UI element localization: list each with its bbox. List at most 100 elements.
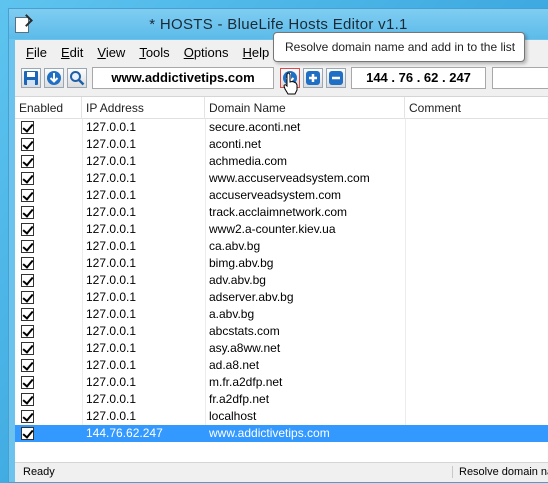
remove-entry-button[interactable] (326, 68, 346, 88)
enabled-checkbox[interactable] (21, 274, 34, 287)
table-row[interactable]: 127.0.0.1 www2.a-counter.kiev.ua (15, 221, 548, 238)
table-row[interactable]: 127.0.0.1 abcstats.com (15, 323, 548, 340)
domain-name-cell: bimg.abv.bg (209, 256, 274, 270)
ip-address-cell: 127.0.0.1 (86, 409, 137, 423)
comment-input[interactable] (492, 67, 548, 89)
table-row[interactable]: 127.0.0.1 bimg.abv.bg (15, 255, 548, 272)
column-comment[interactable]: Comment (405, 97, 548, 119)
hosts-table: Enabled IP Address Domain Name Comment 1… (15, 96, 548, 462)
table-row[interactable]: 144.76.62.247 www.addictivetips.com (15, 425, 548, 442)
menu-file[interactable]: File (19, 42, 54, 63)
menu-view[interactable]: View (90, 42, 132, 63)
ip-address-cell: 127.0.0.1 (86, 307, 137, 321)
table-row[interactable]: 127.0.0.1 adserver.abv.bg (15, 289, 548, 306)
enabled-checkbox[interactable] (21, 308, 34, 321)
column-ip-address[interactable]: IP Address (82, 97, 205, 119)
enabled-checkbox[interactable] (21, 291, 34, 304)
enabled-checkbox[interactable] (21, 342, 34, 355)
ip-address-cell: 127.0.0.1 (86, 392, 137, 406)
domain-name-cell: secure.aconti.net (209, 120, 301, 134)
tooltip: Resolve domain name and add in to the li… (273, 32, 525, 62)
ip-address-cell: 127.0.0.1 (86, 120, 137, 134)
table-row[interactable]: 127.0.0.1 localhost (15, 408, 548, 425)
enabled-checkbox[interactable] (21, 172, 34, 185)
load-button[interactable] (44, 68, 64, 88)
menu-edit-label: dit (69, 44, 84, 60)
menu-help-accel: H (242, 44, 252, 60)
domain-name-cell: ad.a8.net (209, 358, 260, 372)
table-body: 127.0.0.1 secure.aconti.net 127.0.0.1 acont… (15, 119, 548, 442)
download-icon (47, 71, 61, 85)
table-row[interactable]: 127.0.0.1 secure.aconti.net (15, 119, 548, 136)
domain-name-cell: accuserveadsystem.com (209, 188, 342, 202)
domain-name-cell: adserver.abv.bg (209, 290, 294, 304)
menu-options[interactable]: Options (177, 42, 236, 63)
enabled-checkbox[interactable] (21, 155, 34, 168)
enabled-checkbox[interactable] (21, 121, 34, 134)
enabled-checkbox[interactable] (21, 223, 34, 236)
add-icon (306, 71, 320, 85)
status-bar: Ready Resolve domain name (15, 462, 548, 482)
window-title: * HOSTS - BlueLife Hosts Editor v1.1 (149, 16, 408, 33)
find-button[interactable] (67, 68, 87, 88)
domain-name-cell: fr.a2dfp.net (209, 392, 270, 406)
domain-name-cell: www2.a-counter.kiev.ua (209, 222, 336, 236)
enabled-checkbox[interactable] (21, 206, 34, 219)
ip-address-cell: 127.0.0.1 (86, 375, 137, 389)
table-row[interactable]: 127.0.0.1 track.acclaimnetwork.com (15, 204, 548, 221)
toolbar: www.addictivetips.com 144 . 76 . 62 . 24… (15, 64, 548, 94)
ip-address-input[interactable]: 144 . 76 . 62 . 247 (351, 67, 486, 89)
enabled-checkbox[interactable] (21, 257, 34, 270)
table-row[interactable]: 127.0.0.1 ad.a8.net (15, 357, 548, 374)
domain-name-cell: asy.a8ww.net (209, 341, 281, 355)
ip-address-cell: 127.0.0.1 (86, 324, 137, 338)
menu-tools-label: ools (145, 44, 170, 60)
add-entry-button[interactable] (303, 68, 323, 88)
table-row[interactable]: 127.0.0.1 accuserveadsystem.com (15, 187, 548, 204)
menu-tools[interactable]: Tools (132, 42, 176, 63)
domain-name-cell: www.addictivetips.com (209, 426, 330, 440)
hand-cursor-icon (283, 72, 298, 95)
ip-address-cell: 127.0.0.1 (86, 273, 137, 287)
enabled-checkbox[interactable] (21, 138, 34, 151)
table-row[interactable]: 127.0.0.1 a.abv.bg (15, 306, 548, 323)
enabled-checkbox[interactable] (21, 359, 34, 372)
enabled-checkbox[interactable] (21, 410, 34, 423)
column-enabled[interactable]: Enabled (15, 97, 82, 119)
domain-name-input[interactable]: www.addictivetips.com (92, 67, 274, 89)
ip-address-cell: 127.0.0.1 (86, 256, 137, 270)
domain-name-cell: adv.abv.bg (209, 273, 266, 287)
table-row[interactable]: 127.0.0.1 m.fr.a2dfp.net (15, 374, 548, 391)
remove-icon (329, 71, 343, 85)
enabled-checkbox[interactable] (21, 189, 34, 202)
table-row[interactable]: 127.0.0.1 fr.a2dfp.net (15, 391, 548, 408)
enabled-checkbox[interactable] (21, 240, 34, 253)
ip-address-cell: 144.76.62.247 (86, 426, 163, 440)
enabled-checkbox[interactable] (21, 393, 34, 406)
ip-address-cell: 127.0.0.1 (86, 358, 137, 372)
table-row[interactable]: 127.0.0.1 www.accuserveadsystem.com (15, 170, 548, 187)
domain-name-cell: achmedia.com (209, 154, 288, 168)
enabled-checkbox[interactable] (21, 427, 34, 440)
menu-view-label: iew (105, 44, 126, 60)
ip-address-cell: 127.0.0.1 (86, 188, 137, 202)
table-row[interactable]: 127.0.0.1 achmedia.com (15, 153, 548, 170)
table-row[interactable]: 127.0.0.1 ca.abv.bg (15, 238, 548, 255)
enabled-checkbox[interactable] (21, 325, 34, 338)
search-icon (70, 71, 85, 86)
table-row[interactable]: 127.0.0.1 asy.a8ww.net (15, 340, 548, 357)
table-row[interactable]: 127.0.0.1 aconti.net (15, 136, 548, 153)
save-button[interactable] (21, 68, 41, 88)
menu-edit[interactable]: Edit (54, 42, 90, 63)
status-text: Ready (23, 466, 55, 478)
enabled-checkbox[interactable] (21, 376, 34, 389)
menu-view-accel: V (97, 44, 106, 60)
table-row[interactable]: 127.0.0.1 adv.abv.bg (15, 272, 548, 289)
domain-name-cell: track.acclaimnetwork.com (209, 205, 348, 219)
menu-help[interactable]: Help (236, 42, 277, 63)
column-domain-name[interactable]: Domain Name (205, 97, 405, 119)
table-header: Enabled IP Address Domain Name Comment (15, 97, 548, 119)
menu-options-label: ptions (193, 44, 229, 60)
menu-file-accel: F (26, 44, 34, 60)
domain-name-cell: abcstats.com (209, 324, 280, 338)
